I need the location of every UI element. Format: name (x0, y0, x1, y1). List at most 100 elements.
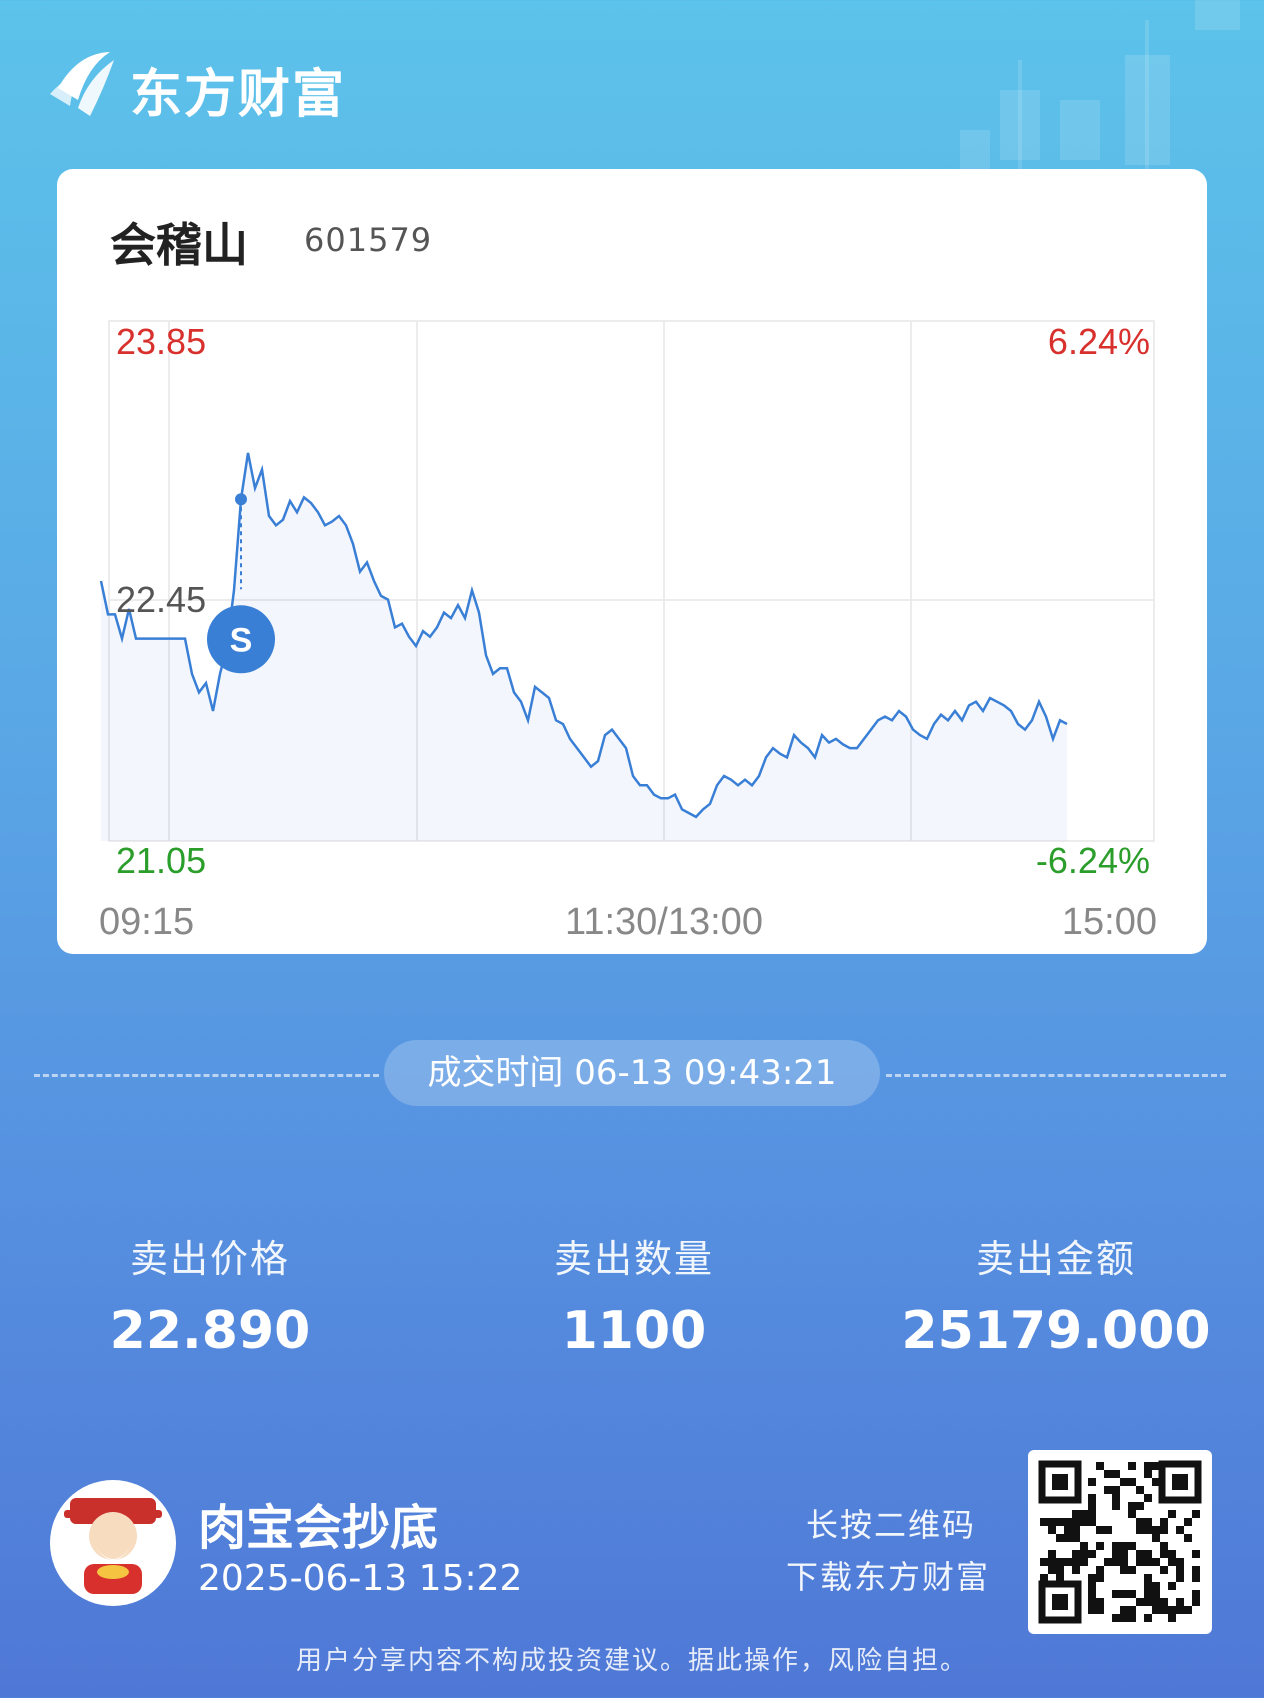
qr-module (1192, 1566, 1200, 1574)
qr-module (1080, 1550, 1088, 1558)
qr-module (1088, 1606, 1096, 1614)
qr-module (1192, 1510, 1200, 1518)
qr-module (1144, 1526, 1152, 1534)
qr-module (1104, 1558, 1112, 1566)
qr-module (1112, 1486, 1120, 1494)
qr-module (1080, 1510, 1088, 1518)
qr-module (1160, 1542, 1168, 1550)
qr-module (1088, 1598, 1096, 1606)
qr-module (1088, 1478, 1096, 1486)
qr-module (1088, 1590, 1096, 1598)
qr-module (1160, 1526, 1168, 1534)
trade-time-value: 06-13 09:43:21 (574, 1053, 837, 1093)
qr-module (1144, 1470, 1152, 1478)
avatar[interactable] (50, 1480, 176, 1606)
stat-value: 22.890 (109, 1301, 311, 1361)
qr-module (1120, 1606, 1128, 1614)
qr-module (1136, 1558, 1144, 1566)
time-end-label: 15:00 (1062, 901, 1157, 943)
qr-module (1056, 1566, 1064, 1574)
pct-high-label: 6.24% (1048, 321, 1150, 362)
qr-module (1136, 1486, 1144, 1494)
qr-code-icon[interactable] (1028, 1450, 1212, 1634)
qr-module (1088, 1550, 1096, 1558)
qr-module (1160, 1566, 1168, 1574)
stat-sell-quantity: 卖出数量 1100 (424, 1228, 844, 1361)
qr-module (1160, 1598, 1168, 1606)
qr-module (1120, 1542, 1128, 1550)
qr-module (1128, 1614, 1136, 1622)
qr-module (1112, 1470, 1120, 1478)
qr-module (1136, 1550, 1144, 1558)
qr-module (1120, 1590, 1128, 1598)
qr-module (1056, 1534, 1064, 1542)
qr-module (1192, 1550, 1200, 1558)
qr-module (1048, 1518, 1056, 1526)
qr-module (1176, 1598, 1184, 1606)
qr-module (1176, 1606, 1184, 1614)
qr-module (1088, 1518, 1096, 1526)
qr-module (1064, 1558, 1072, 1566)
qr-module (1128, 1502, 1136, 1510)
qr-module (1136, 1518, 1144, 1526)
qr-module (1192, 1590, 1200, 1598)
qr-module (1144, 1574, 1152, 1582)
stat-label: 卖出金额 (975, 1237, 1136, 1281)
time-mid-label: 11:30/13:00 (565, 901, 763, 943)
qr-module (1152, 1558, 1160, 1566)
qr-module (1120, 1550, 1128, 1558)
qr-module (1072, 1550, 1080, 1558)
qr-module (1072, 1518, 1080, 1526)
qr-module (1176, 1566, 1184, 1574)
qr-module (1152, 1606, 1160, 1614)
qr-module (1152, 1590, 1160, 1598)
trade-time-label: 成交时间 (427, 1053, 564, 1093)
qr-module (1144, 1614, 1152, 1622)
qr-module (1080, 1518, 1088, 1526)
qr-module (1128, 1590, 1136, 1598)
qr-module (1128, 1462, 1136, 1470)
qr-module (1072, 1558, 1080, 1566)
user-name: 肉宝会抄底 (198, 1500, 439, 1556)
qr-module (1088, 1510, 1096, 1518)
qr-module (1160, 1518, 1168, 1526)
qr-module (1120, 1614, 1128, 1622)
divider-right (886, 1074, 1226, 1077)
qr-module (1112, 1502, 1120, 1510)
qr-module (1080, 1542, 1088, 1550)
disclaimer: 用户分享内容不构成投资建议。据此操作，风险自担。 (295, 1646, 968, 1676)
qr-module (1128, 1542, 1136, 1550)
qr-module (1120, 1478, 1128, 1486)
qr-module (1072, 1526, 1080, 1534)
qr-module (1168, 1614, 1176, 1622)
qr-module (1056, 1558, 1064, 1566)
qr-module (1104, 1486, 1112, 1494)
qr-module (1056, 1518, 1064, 1526)
qr-module (1192, 1574, 1200, 1582)
qr-module (1144, 1494, 1152, 1502)
qr-module (1096, 1542, 1104, 1550)
qr-module (1096, 1526, 1104, 1534)
stock-card: 会稽山 601579 23.85 22.45 21.05 6.24% -6.24… (57, 169, 1207, 954)
qr-module (1152, 1598, 1160, 1606)
qr-module (1096, 1606, 1104, 1614)
intraday-chart: 23.85 22.45 21.05 6.24% -6.24% 09:15 11:… (99, 320, 1157, 943)
pct-low-label: -6.24% (1036, 840, 1150, 881)
qr-module (1048, 1526, 1056, 1534)
qr-module (1144, 1598, 1152, 1606)
qr-module (1080, 1558, 1088, 1566)
stat-sell-amount: 卖出金额 25179.000 (846, 1228, 1264, 1361)
qr-module (1120, 1558, 1128, 1566)
qr-module (1184, 1518, 1192, 1526)
qr-module (1136, 1598, 1144, 1606)
qr-module (1152, 1582, 1160, 1590)
qr-module (1088, 1494, 1096, 1502)
divider-left (34, 1074, 379, 1077)
sell-marker-label: S (230, 621, 253, 659)
qr-module (1072, 1534, 1080, 1542)
qr-module (1040, 1518, 1048, 1526)
qr-module (1104, 1526, 1112, 1534)
qr-module (1072, 1566, 1080, 1574)
qr-module (1144, 1590, 1152, 1598)
qr-module (1128, 1606, 1136, 1614)
